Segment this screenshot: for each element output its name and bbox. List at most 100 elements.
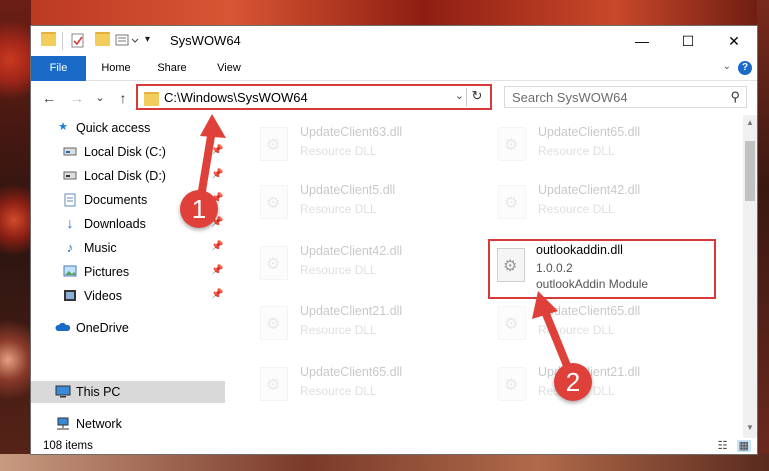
documents-icon	[63, 193, 77, 207]
nav-item-label: Local Disk (D:)	[84, 169, 166, 183]
nav-item-music[interactable]: ♪ Music 📌	[31, 237, 225, 259]
explorer-window: ▾ SysWOW64 — ☐ ✕ File Home Share View ⌄ …	[31, 26, 757, 454]
file-type: Resource DLL	[300, 323, 377, 337]
pin-icon[interactable]: 📌	[211, 289, 223, 300]
new-folder-icon[interactable]	[95, 32, 110, 50]
file-item[interactable]: ⚙ UpdateClient42.dll Resource DLL	[490, 179, 720, 231]
dll-file-icon: ⚙	[260, 246, 288, 280]
quick-access-dropdown-icon[interactable]: ▾	[145, 34, 150, 52]
file-item[interactable]: ⚙ UpdateClient63.dll Resource DLL	[252, 121, 482, 173]
background-left	[0, 0, 31, 471]
nav-item-label: Downloads	[84, 217, 146, 231]
search-placeholder: Search SysWOW64	[512, 90, 628, 105]
dll-file-icon: ⚙	[498, 185, 526, 219]
close-button[interactable]: ✕	[711, 26, 757, 56]
properties-icon[interactable]	[71, 32, 85, 50]
file-item-outlookaddin[interactable]: ⚙ outlookaddin.dll 1.0.0.2 outlookAddin …	[488, 239, 716, 299]
file-item[interactable]: ⚙ UpdateClient42.dll Resource DLL	[252, 240, 482, 292]
file-type: Resource DLL	[538, 202, 615, 216]
file-name: UpdateClient65.dll	[300, 365, 403, 379]
file-item[interactable]: ⚙ UpdateClient5.dll Resource DLL	[252, 179, 482, 231]
nav-item-label: Network	[76, 417, 122, 431]
file-name: UpdateClient63.dll	[300, 125, 403, 139]
file-name: UpdateClient65.dll	[538, 125, 641, 139]
file-type: Resource DLL	[300, 144, 377, 158]
address-bar[interactable]: C:\Windows\SysWOW64 ⌄ ↻	[136, 84, 492, 110]
dll-file-icon: ⚙	[498, 127, 526, 161]
file-item[interactable]: ⚙ UpdateClient65.dll Resource DLL	[252, 361, 482, 413]
background-top	[0, 0, 769, 26]
back-button[interactable]: ←	[39, 88, 59, 108]
nav-item-label: This PC	[76, 385, 121, 399]
search-icon[interactable]: ⚲	[730, 89, 740, 105]
expand-ribbon-icon[interactable]: ⌄	[723, 61, 731, 72]
file-item[interactable]: ⚙ UpdateClient21.dll Resource DLL	[490, 361, 720, 413]
dll-file-icon: ⚙	[260, 185, 288, 219]
file-item[interactable]: ⚙ UpdateClient21.dll Resource DLL	[252, 300, 482, 352]
scrollbar-thumb[interactable]	[745, 141, 755, 201]
nav-item-pictures[interactable]: Pictures 📌	[31, 261, 225, 283]
drive-icon	[63, 145, 77, 158]
pin-icon[interactable]: 📌	[211, 241, 223, 252]
customize-icon[interactable]	[115, 32, 143, 50]
dll-file-icon: ⚙	[498, 367, 526, 401]
item-count: 108 items	[43, 440, 93, 452]
dll-file-icon: ⚙	[260, 127, 288, 161]
nav-item-onedrive[interactable]: OneDrive	[31, 317, 225, 339]
minimize-button[interactable]: —	[619, 26, 665, 56]
nav-item-network[interactable]: Network	[31, 413, 225, 435]
nav-item-label: Quick access	[76, 121, 151, 135]
file-version: 1.0.0.2	[536, 261, 573, 275]
file-name: UpdateClient42.dll	[538, 183, 641, 197]
cloud-icon	[55, 321, 71, 334]
nav-item-label: OneDrive	[76, 321, 129, 335]
tab-view[interactable]: View	[206, 56, 252, 80]
nav-item-label: Pictures	[84, 265, 130, 279]
file-type: Resource DLL	[300, 384, 377, 398]
pictures-icon	[63, 265, 77, 278]
separator	[62, 32, 63, 50]
details-view-icon[interactable]: ☷	[718, 440, 728, 452]
file-name: outlookaddin.dll	[536, 243, 623, 257]
drive-icon	[63, 169, 77, 182]
maximize-button[interactable]: ☐	[665, 26, 711, 56]
dll-file-icon: ⚙	[260, 367, 288, 401]
callout-1: 1	[180, 190, 218, 228]
videos-icon	[63, 289, 77, 302]
scroll-up-icon[interactable]: ▲	[743, 118, 757, 130]
nav-item-this-pc[interactable]: This PC	[31, 381, 225, 403]
file-name: UpdateClient5.dll	[300, 183, 396, 197]
large-icons-view-icon[interactable]: ▦	[736, 440, 751, 452]
network-icon	[55, 417, 69, 430]
tab-share[interactable]: Share	[149, 56, 195, 80]
search-input[interactable]: Search SysWOW64 ⚲	[504, 86, 747, 108]
address-path[interactable]: C:\Windows\SysWOW64	[164, 90, 308, 105]
pin-icon[interactable]: 📌	[211, 265, 223, 276]
up-button[interactable]: ↑	[113, 88, 133, 108]
nav-item-label: Videos	[84, 289, 122, 303]
help-button[interactable]: ?	[738, 61, 752, 75]
recent-locations-button[interactable]: ⌄	[93, 88, 107, 108]
vertical-scrollbar[interactable]: ▲ ▼	[743, 115, 757, 438]
scroll-down-icon[interactable]: ▼	[743, 423, 757, 435]
refresh-icon[interactable]: ↻	[466, 88, 487, 106]
file-item[interactable]: ⚙ UpdateClient65.dll Resource DLL	[490, 300, 720, 352]
file-name: UpdateClient42.dll	[300, 244, 403, 258]
tab-home[interactable]: Home	[93, 56, 139, 80]
dll-file-icon: ⚙	[498, 306, 526, 340]
forward-button[interactable]: →	[67, 88, 87, 108]
dll-file-icon: ⚙	[497, 248, 525, 282]
file-item[interactable]: ⚙ UpdateClient65.dll Resource DLL	[490, 121, 720, 173]
ribbon-tabs: File Home Share View ⌄ ?	[31, 56, 757, 108]
callout-2: 2	[554, 363, 592, 401]
nav-item-videos[interactable]: Videos 📌	[31, 285, 225, 307]
file-type: Resource DLL	[300, 202, 377, 216]
address-dropdown-icon[interactable]: ⌄	[455, 89, 464, 102]
folder-icon	[41, 32, 56, 50]
background-right	[757, 0, 769, 471]
nav-item-label: Music	[84, 241, 117, 255]
navigation-bar: ← → ⌄ ↑ C:\Windows\SysWOW64 ⌄ ↻ Search S…	[31, 81, 757, 115]
star-icon: ★	[58, 121, 68, 133]
window-title: SysWOW64	[170, 33, 241, 48]
music-icon: ♪	[66, 240, 74, 255]
